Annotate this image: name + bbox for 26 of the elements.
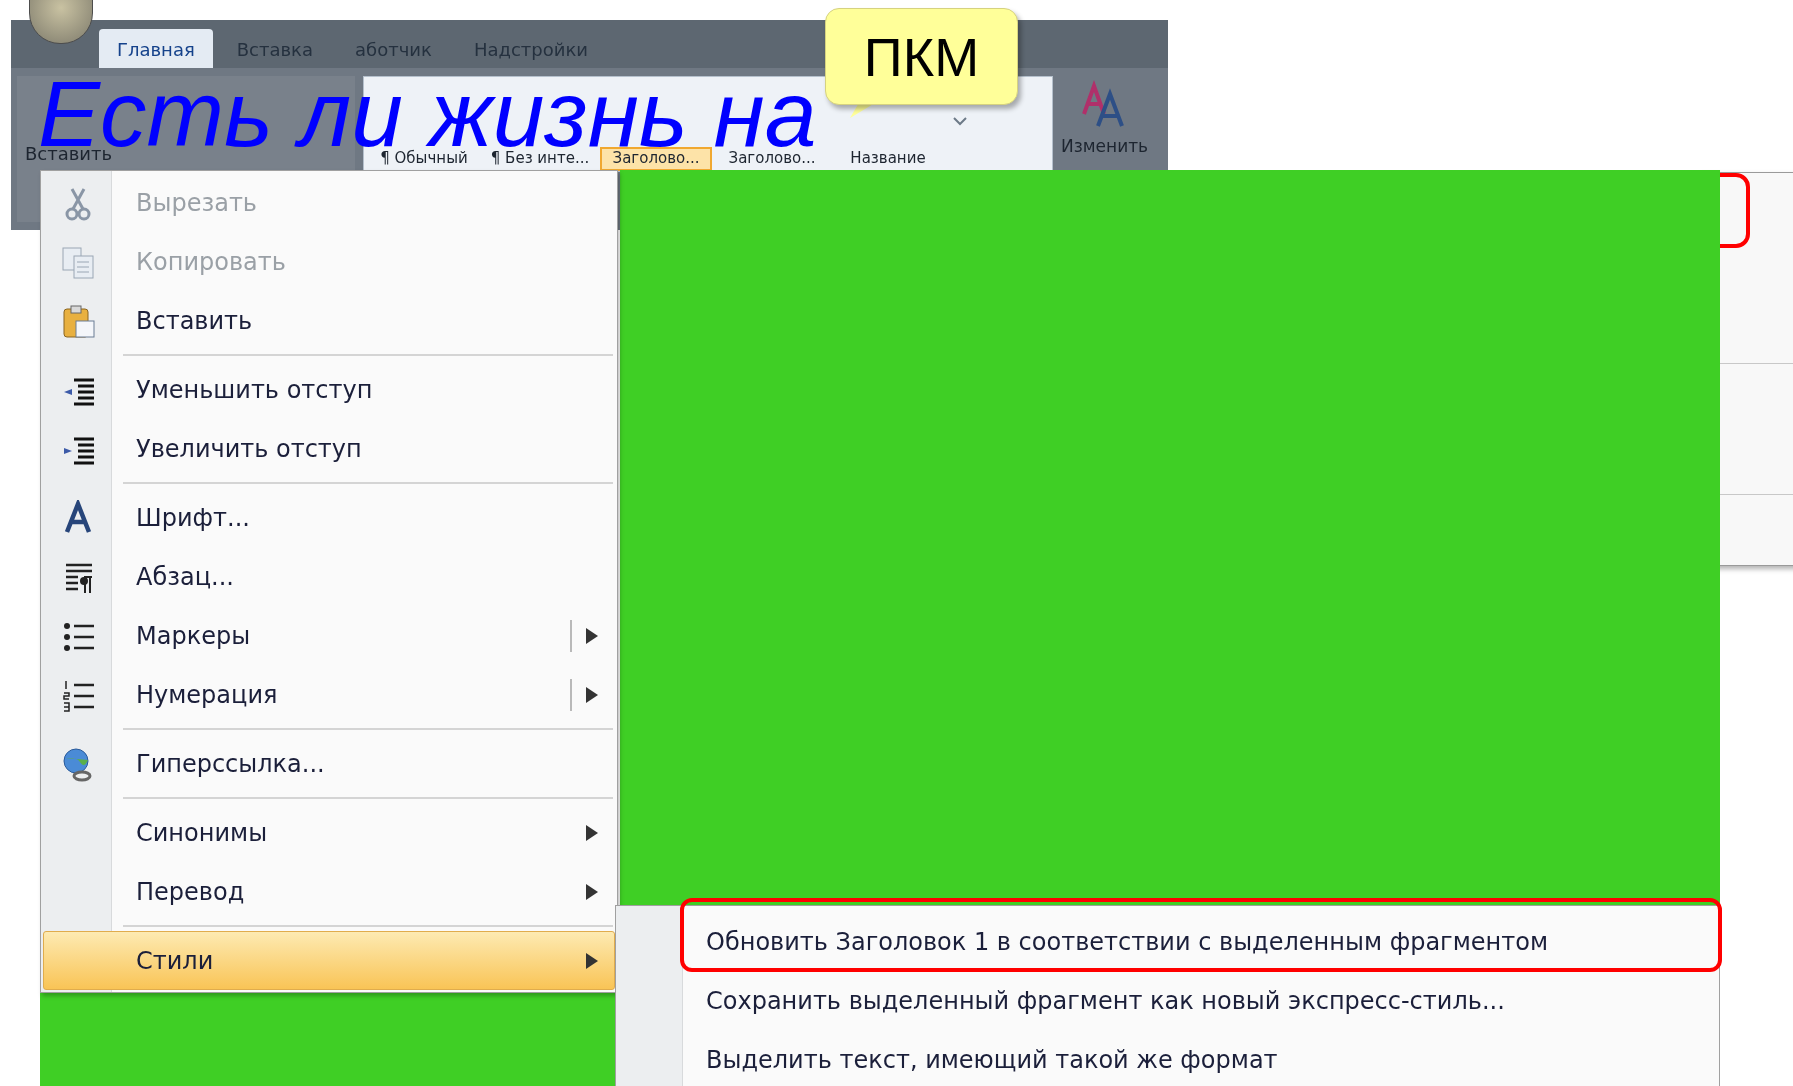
menu-item[interactable]: Абзац...: [43, 547, 615, 606]
style-tile[interactable]: Заголово...: [716, 147, 828, 171]
style-tile[interactable]: ¶ Обычный: [368, 147, 480, 171]
menu-item[interactable]: Гиперссылка...: [43, 734, 615, 793]
menu-item[interactable]: Перевод: [43, 862, 615, 921]
submenu-arrow-icon: [586, 627, 598, 644]
style-tile[interactable]: Заголово...: [600, 147, 712, 171]
submenu-arrow-icon: [586, 883, 598, 900]
submenu-arrow-icon: [586, 824, 598, 841]
submenu-arrow-icon: [586, 686, 598, 703]
menu-item[interactable]: Шрифт...: [43, 488, 615, 547]
callout-bubble: ПКМ: [825, 8, 1018, 105]
menu-item[interactable]: Выделить текст, имеющий такой же формат: [616, 1030, 1719, 1086]
menu-item[interactable]: Стили: [43, 931, 615, 990]
menu-item[interactable]: Сохранить выделенный фрагмент как новый экспресс-стиль...: [616, 971, 1719, 1030]
menu-item[interactable]: Уменьшить отступ: [43, 360, 615, 419]
menu-item[interactable]: Маркеры: [43, 606, 615, 665]
style-tile[interactable]: ¶ Без инте...: [484, 147, 596, 171]
menu-item[interactable]: Нумерация: [43, 665, 615, 724]
ribbon-tab[interactable]: Главная: [99, 29, 213, 68]
menu-item[interactable]: Синонимы: [43, 803, 615, 862]
style-tile[interactable]: Название: [832, 147, 944, 171]
menu-item[interactable]: Увеличить отступ: [43, 419, 615, 478]
menu-item[interactable]: Вставить: [43, 291, 615, 350]
submenu-arrow-icon: [586, 952, 598, 969]
clipboard-icon: [60, 302, 96, 339]
